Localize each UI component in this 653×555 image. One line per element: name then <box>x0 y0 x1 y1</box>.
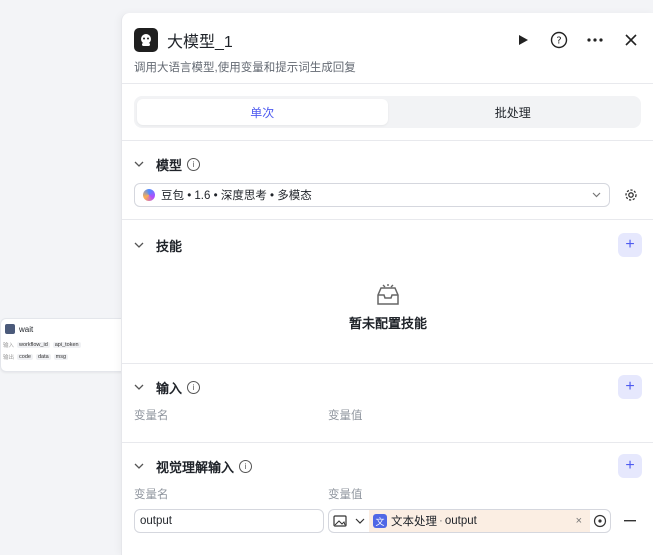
more-icon[interactable] <box>584 29 606 51</box>
node-output-label: 输出 <box>3 355 15 361</box>
node-output-tag: data <box>35 354 51 360</box>
info-icon[interactable]: i <box>239 459 253 473</box>
help-icon[interactable]: ? <box>548 29 570 51</box>
wait-node[interactable]: wait 输入 workflow_id api_token 输出 code da… <box>0 318 132 372</box>
remove-row-icon[interactable] <box>620 509 640 533</box>
vision-input-section: 视觉理解输入 i + <box>134 454 642 478</box>
empty-state-text: 暂未配置技能 <box>348 316 427 331</box>
section-title: 技能 <box>156 238 183 254</box>
section-title: 输入 <box>156 380 183 396</box>
add-vision-input-button[interactable]: + <box>618 454 642 478</box>
chevron-down-icon[interactable] <box>134 382 148 393</box>
column-header-name: 变量名 <box>134 410 169 422</box>
divider <box>122 83 653 84</box>
clear-icon[interactable]: × <box>576 515 582 527</box>
panel-description: 调用大语言模型,使用变量和提示词生成回复 <box>134 62 356 74</box>
info-icon[interactable]: i <box>187 380 201 394</box>
node-config-panel: 大模型_1 ? 调用大语言模型,使用变量和提示词生成回复 单次 批处理 模型 i… <box>121 13 653 555</box>
section-title: 模型 <box>156 157 183 173</box>
target-select-icon[interactable] <box>590 514 610 528</box>
node-input-tag: workflow_id <box>17 342 50 348</box>
skills-section: 技能 + <box>134 233 642 257</box>
node-output-tag: code <box>17 354 33 360</box>
empty-box-icon <box>122 283 653 307</box>
mode-tabs: 单次 批处理 <box>134 96 641 128</box>
model-section: 模型 i <box>134 154 642 174</box>
tab-single[interactable]: 单次 <box>137 99 388 125</box>
ref-node-name: 文本处理 <box>391 516 437 528</box>
panel-header: 大模型_1 ? <box>134 25 653 55</box>
divider <box>122 363 653 364</box>
panel-title: 大模型_1 <box>167 34 233 51</box>
section-title: 视觉理解输入 <box>156 459 235 475</box>
chevron-down-icon[interactable] <box>134 240 148 251</box>
tab-batch[interactable]: 批处理 <box>388 99 639 125</box>
play-icon[interactable] <box>512 29 534 51</box>
variable-reference-tag[interactable]: 文 文本处理 · output × <box>369 510 590 532</box>
chevron-down-icon[interactable] <box>134 461 148 472</box>
vision-var-value-field[interactable]: 文 文本处理 · output × <box>328 509 611 533</box>
info-icon[interactable]: i <box>187 157 201 171</box>
node-icon <box>5 324 15 334</box>
chevron-down-icon[interactable] <box>351 518 369 524</box>
chevron-down-icon[interactable] <box>134 159 148 170</box>
model-select[interactable]: 豆包 • 1.6 • 深度思考 • 多模态 <box>134 183 610 207</box>
column-header-name: 变量名 <box>134 489 169 501</box>
column-header-value: 变量值 <box>328 410 363 422</box>
model-select-value: 豆包 • 1.6 • 深度思考 • 多模态 <box>161 190 312 202</box>
input-section: 输入 i + <box>134 375 642 399</box>
ref-separator: · <box>439 515 443 527</box>
add-input-button[interactable]: + <box>618 375 642 399</box>
vision-var-name-input[interactable]: output <box>134 509 324 533</box>
add-skill-button[interactable]: + <box>618 233 642 257</box>
divider <box>122 442 653 443</box>
doubao-model-icon <box>143 189 155 201</box>
llm-logo-icon <box>134 28 158 52</box>
close-icon[interactable] <box>620 29 642 51</box>
node-title: wait <box>19 324 34 334</box>
node-output-tag: msg <box>53 354 69 360</box>
divider <box>122 219 653 220</box>
divider <box>122 140 653 141</box>
chevron-down-icon <box>592 189 601 201</box>
svg-text:?: ? <box>556 36 561 47</box>
text-process-icon: 文 <box>373 514 387 528</box>
skills-empty-state: 暂未配置技能 <box>122 283 653 332</box>
node-input-label: 输入 <box>3 343 15 349</box>
node-input-tag: api_token <box>52 342 81 348</box>
column-header-value: 变量值 <box>328 489 363 501</box>
ref-field-name: output <box>444 515 477 527</box>
image-type-icon[interactable] <box>329 515 351 527</box>
model-settings-gear-icon[interactable] <box>620 183 642 207</box>
